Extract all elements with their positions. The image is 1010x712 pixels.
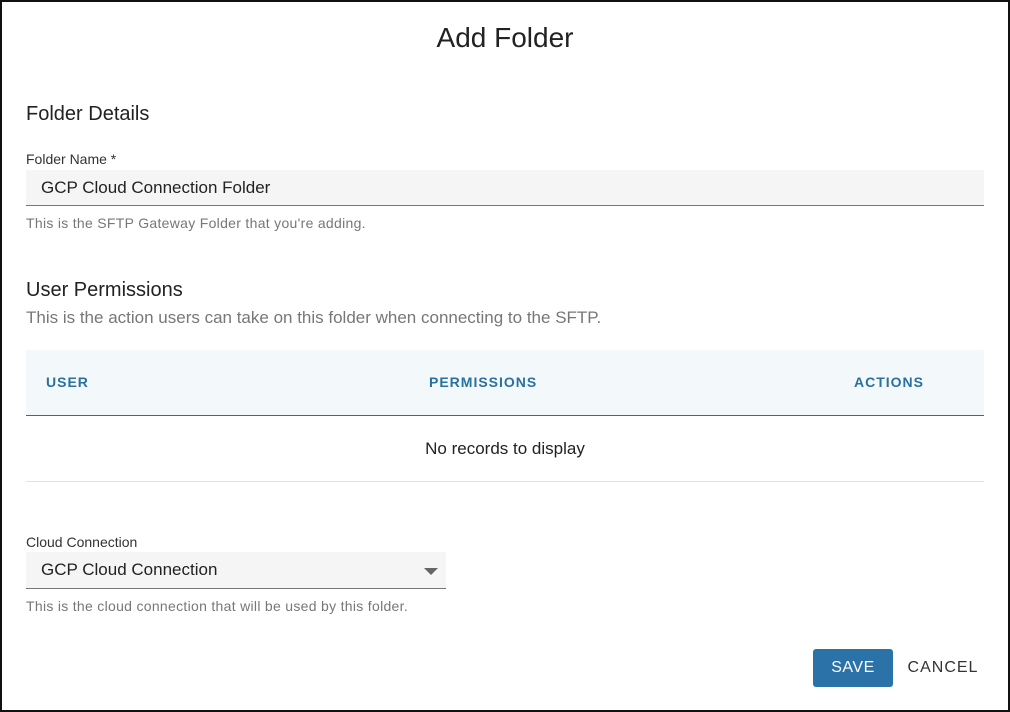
cancel-button[interactable]: CANCEL xyxy=(900,649,986,687)
column-header-permissions[interactable]: PERMISSIONS xyxy=(429,374,537,390)
permissions-table-header: USER PERMISSIONS ACTIONS xyxy=(26,350,984,416)
folder-name-value: GCP Cloud Connection Folder xyxy=(41,178,271,197)
folder-name-input[interactable]: GCP Cloud Connection Folder xyxy=(26,170,984,206)
cloud-connection-value: GCP Cloud Connection xyxy=(41,560,218,579)
cloud-connection-select[interactable]: GCP Cloud Connection xyxy=(26,552,446,589)
dialog-title: Add Folder xyxy=(436,22,574,53)
add-folder-dialog: Add Folder Folder Details Folder Name * … xyxy=(0,0,1010,712)
column-header-user[interactable]: USER xyxy=(46,374,89,390)
folder-name-helper: This is the SFTP Gateway Folder that you… xyxy=(26,215,366,231)
cloud-connection-helper: This is the cloud connection that will b… xyxy=(26,598,409,614)
user-permissions-subheading: This is the action users can take on thi… xyxy=(26,308,602,327)
permissions-table-empty: No records to display xyxy=(26,416,984,482)
folder-details-heading: Folder Details xyxy=(26,103,150,125)
cloud-connection-label: Cloud Connection xyxy=(26,534,138,550)
caret-down-icon[interactable] xyxy=(424,568,438,575)
save-button[interactable]: SAVE xyxy=(813,649,893,687)
column-header-actions[interactable]: ACTIONS xyxy=(854,374,924,390)
user-permissions-heading: User Permissions xyxy=(26,279,183,301)
folder-name-label: Folder Name * xyxy=(26,151,117,167)
